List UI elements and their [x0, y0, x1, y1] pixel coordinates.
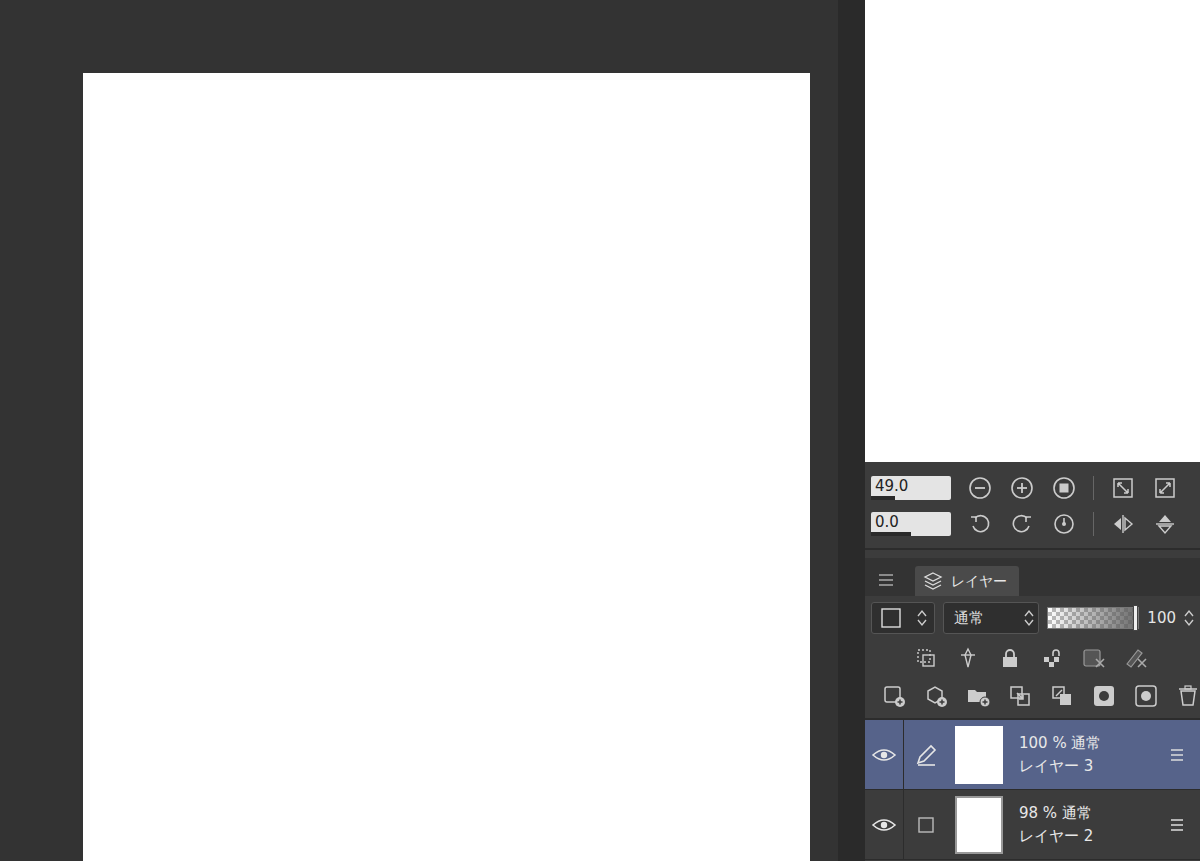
menu-icon[interactable]	[1170, 748, 1184, 762]
opacity-slider[interactable]	[1047, 607, 1139, 629]
rotation-slider[interactable]: 0.0	[871, 512, 951, 536]
navigator-preview[interactable]	[865, 0, 1200, 462]
layer-menu[interactable]	[1170, 814, 1200, 835]
layer-opacity: 100 %	[1019, 734, 1067, 752]
zoom-fill	[871, 496, 895, 500]
new-folder-icon[interactable]	[965, 683, 991, 709]
edit-cell	[903, 720, 947, 789]
eye-icon[interactable]	[872, 817, 896, 833]
zoom-in-icon[interactable]	[1009, 475, 1035, 501]
new-raster-layer-icon[interactable]	[881, 683, 907, 709]
layer-thumbnail	[955, 726, 1003, 784]
blend-mode-label: 通常	[954, 607, 984, 630]
zoom-out-icon[interactable]	[967, 475, 993, 501]
box-icon[interactable]	[917, 816, 935, 834]
layer-menu[interactable]	[1170, 744, 1200, 765]
eye-icon[interactable]	[872, 747, 896, 763]
side-panel: 49.0 0.0	[865, 0, 1200, 861]
layer-name: レイヤー 3	[1019, 755, 1170, 778]
menu-icon[interactable]	[1170, 818, 1184, 832]
rotate-right-icon[interactable]	[1009, 511, 1035, 537]
layer-opacity: 98 %	[1019, 804, 1057, 822]
layer-thumbnail	[955, 796, 1003, 854]
layer-actions-row	[865, 678, 1200, 718]
layer-list: 100 % 通常レイヤー 398 % 通常レイヤー 2	[865, 718, 1200, 860]
lock-transparency-icon[interactable]	[1039, 645, 1065, 671]
canvas-area	[0, 0, 838, 861]
blend-mode-select[interactable]: 通常	[943, 602, 1039, 634]
fit-window-icon[interactable]	[1110, 475, 1136, 501]
lock-icon[interactable]	[997, 645, 1023, 671]
visibility-cell	[865, 817, 903, 833]
navigator-controls: 49.0 0.0	[865, 462, 1200, 550]
canvas[interactable]	[83, 73, 810, 861]
updown-icon	[917, 608, 927, 628]
mask-enable-icon[interactable]	[1081, 645, 1107, 671]
merge-down-icon[interactable]	[1049, 683, 1075, 709]
transfer-down-icon[interactable]	[1007, 683, 1033, 709]
reset-rotation-icon[interactable]	[1051, 511, 1077, 537]
flip-horizontal-icon[interactable]	[1110, 511, 1136, 537]
fill-window-icon[interactable]	[1152, 475, 1178, 501]
new-vector-layer-icon[interactable]	[923, 683, 949, 709]
edit-cell	[903, 790, 947, 859]
layer-mode-bar: 通常 100	[865, 596, 1200, 638]
layer-props: 98 % 通常	[1019, 802, 1170, 825]
rotation-reading: 0.0	[875, 513, 899, 531]
updown-icon	[1024, 608, 1034, 628]
trash-icon[interactable]	[1175, 683, 1200, 709]
layer-blend: 通常	[1062, 804, 1092, 822]
visibility-cell	[865, 747, 903, 763]
layer-info: 100 % 通常レイヤー 3	[1003, 732, 1170, 777]
reference-layer-icon[interactable]	[955, 645, 981, 671]
zoom-slider[interactable]: 49.0	[871, 476, 951, 500]
clip-layer-icon[interactable]	[913, 645, 939, 671]
opacity-reading: 100	[1147, 607, 1176, 630]
layer-tab[interactable]: レイヤー	[915, 566, 1019, 596]
square-icon	[880, 607, 902, 629]
flip-vertical-icon[interactable]	[1152, 511, 1178, 537]
ruler-enable-icon[interactable]	[1123, 645, 1149, 671]
pencil-icon[interactable]	[915, 744, 937, 766]
layer-tools-row	[865, 638, 1200, 678]
layer-palette-header: レイヤー	[865, 558, 1200, 596]
layers-icon	[923, 571, 943, 591]
panel-divider[interactable]	[838, 0, 865, 861]
rotate-left-icon[interactable]	[967, 511, 993, 537]
layer-props: 100 % 通常	[1019, 732, 1170, 755]
layer-tab-label: レイヤー	[951, 571, 1007, 592]
palette-menu-icon[interactable]	[873, 567, 899, 593]
apply-mask-icon[interactable]	[1133, 683, 1159, 709]
opacity-handle[interactable]	[1133, 605, 1138, 631]
zoom-reading: 49.0	[875, 477, 908, 495]
actual-size-icon[interactable]	[1051, 475, 1077, 501]
mask-icon[interactable]	[1091, 683, 1117, 709]
spinner-icon[interactable]	[1184, 608, 1194, 628]
layer-row[interactable]: 98 % 通常レイヤー 2	[865, 790, 1200, 860]
rotation-fill	[871, 532, 911, 536]
layer-blend: 通常	[1071, 734, 1101, 752]
color-mode-select[interactable]	[871, 602, 935, 634]
layer-info: 98 % 通常レイヤー 2	[1003, 802, 1170, 847]
layer-name: レイヤー 2	[1019, 825, 1170, 848]
layer-row[interactable]: 100 % 通常レイヤー 3	[865, 720, 1200, 790]
opacity-fill	[1048, 608, 1138, 628]
